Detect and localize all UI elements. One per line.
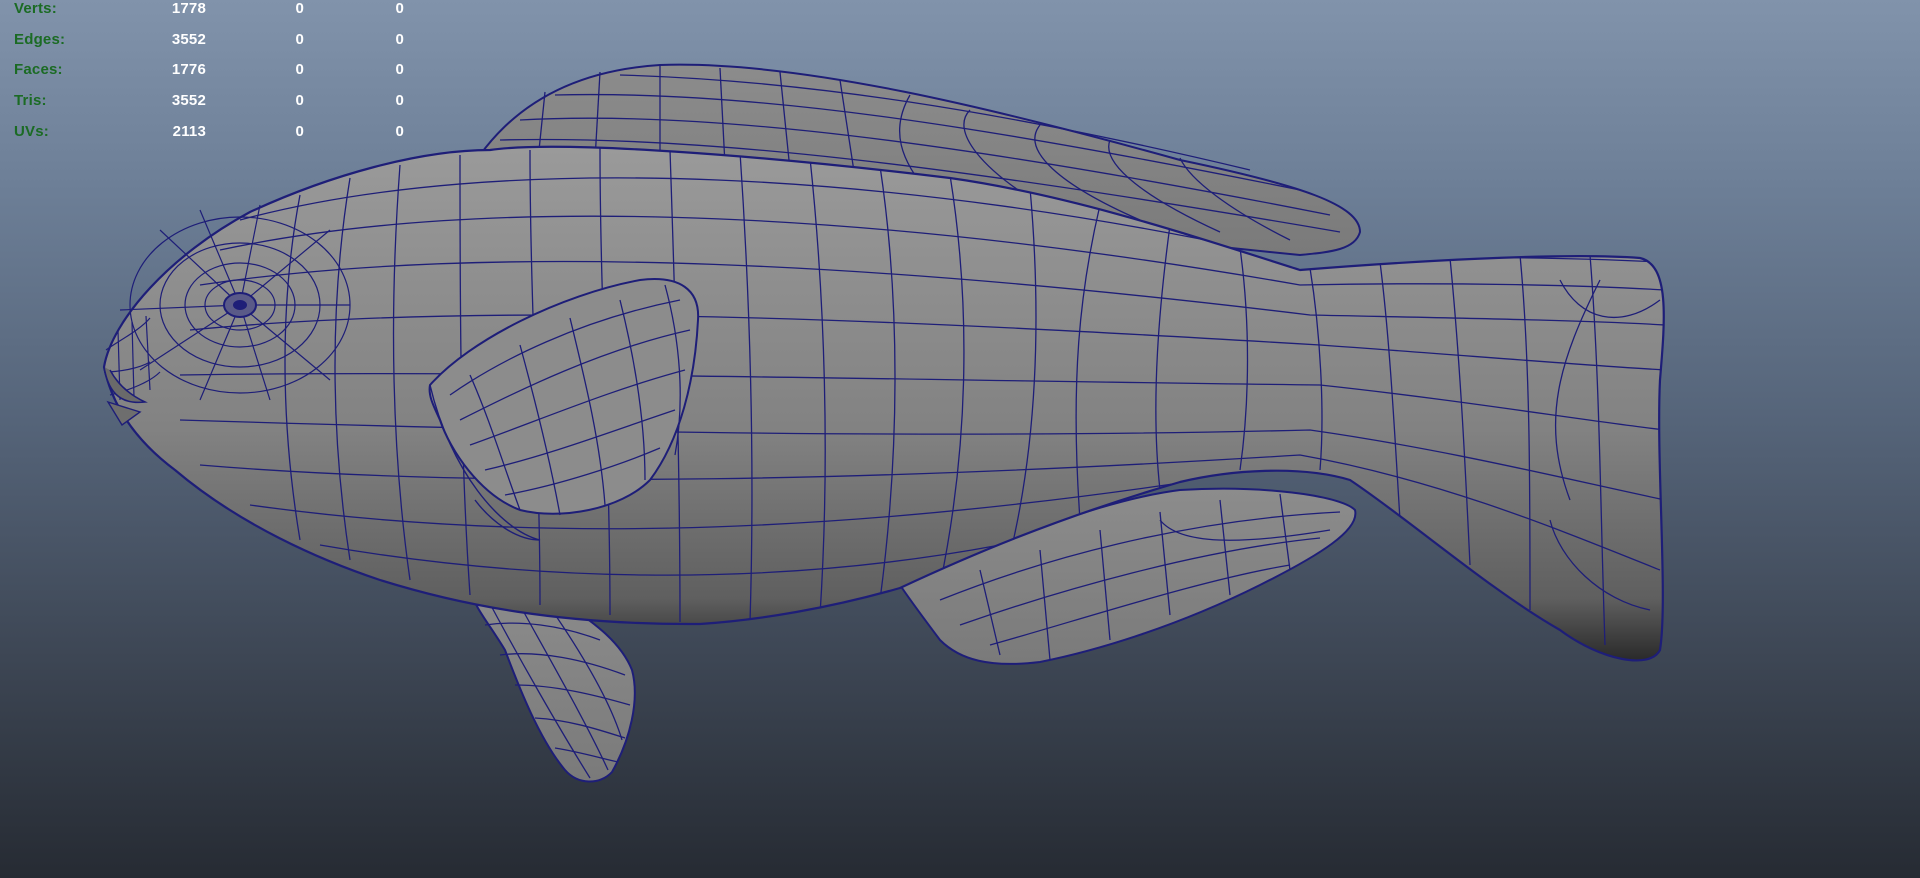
fish-body bbox=[102, 145, 1665, 662]
hud-total-value: 1778 bbox=[171, 0, 206, 17]
hud-component-value: 0 bbox=[395, 122, 404, 140]
hud-component-value: 0 bbox=[395, 61, 404, 79]
hud-total-value: 1776 bbox=[171, 61, 206, 79]
3d-viewport[interactable]: Verts: 1778 0 0 Edges: 3552 0 0 Faces: 1… bbox=[0, 0, 1920, 878]
hud-label: Tris: bbox=[14, 92, 47, 110]
poly-count-hud: Verts: 1778 0 0 Edges: 3552 0 0 Faces: 1… bbox=[14, 0, 414, 153]
hud-component-value: 0 bbox=[395, 0, 404, 17]
hud-component-value: 0 bbox=[395, 92, 404, 110]
hud-selected-value: 0 bbox=[295, 92, 304, 110]
hud-total-value: 3552 bbox=[171, 30, 206, 48]
hud-selected-value: 0 bbox=[295, 122, 304, 140]
hud-label: Verts: bbox=[14, 0, 57, 17]
hud-total-value: 2113 bbox=[172, 122, 206, 140]
hud-selected-value: 0 bbox=[295, 30, 304, 48]
hud-label: Edges: bbox=[14, 30, 66, 48]
hud-row-tris: Tris: 3552 0 0 bbox=[14, 92, 414, 123]
hud-label: Faces: bbox=[14, 61, 63, 79]
hud-row-faces: Faces: 1776 0 0 bbox=[14, 61, 414, 92]
eye bbox=[223, 292, 257, 318]
hud-selected-value: 0 bbox=[295, 61, 304, 79]
hud-row-edges: Edges: 3552 0 0 bbox=[14, 31, 414, 62]
hud-row-uvs: UVs: 2113 0 0 bbox=[14, 123, 414, 154]
hud-selected-value: 0 bbox=[295, 0, 304, 17]
hud-label: UVs: bbox=[14, 122, 49, 140]
hud-component-value: 0 bbox=[395, 30, 404, 48]
hud-total-value: 3552 bbox=[171, 92, 206, 110]
hud-row-verts: Verts: 1778 0 0 bbox=[14, 0, 414, 31]
